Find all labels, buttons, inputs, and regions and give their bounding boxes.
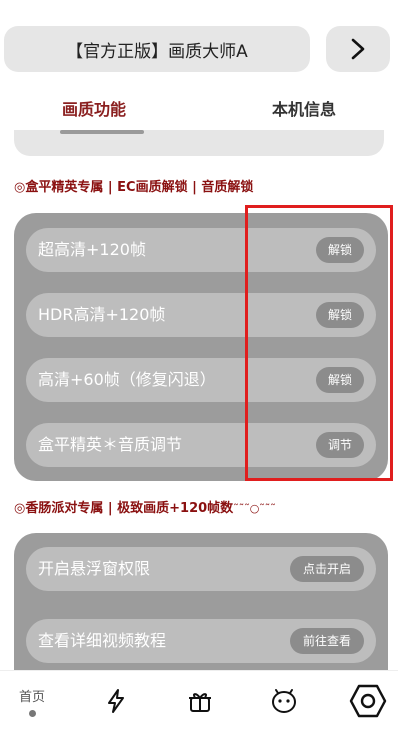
tab-quality-features[interactable]: 画质功能	[62, 96, 126, 120]
enable-float-window-button[interactable]: 点击开启	[290, 556, 364, 582]
list-item: 查看详细视频教程 前往查看	[26, 619, 376, 663]
list-item: 开启悬浮窗权限 点击开启	[26, 547, 376, 591]
view-tutorial-button[interactable]: 前往查看	[290, 628, 364, 654]
active-dot	[28, 709, 36, 717]
nav-home[interactable]: 首页	[2, 671, 62, 731]
section-title-peace-elite: ◎盒平精英专属 | EC画质解锁 | 音质解锁	[14, 180, 254, 195]
adjust-button[interactable]: 调节	[316, 432, 364, 458]
row-label: HDR高清+120帧	[38, 305, 166, 324]
list-item: 盒平精英＊音质调节 调节	[26, 423, 376, 467]
hexagon-settings-icon	[349, 684, 387, 718]
nav-face[interactable]	[254, 671, 314, 731]
app-title: 【官方正版】画质大师A	[66, 41, 248, 62]
chevron-right-icon	[351, 38, 365, 60]
unlock-button[interactable]: 解锁	[316, 302, 364, 328]
nav-lightning[interactable]	[86, 671, 146, 731]
list-item: 超高清+120帧 解锁	[26, 228, 376, 272]
nav-home-label: 首页	[18, 689, 45, 705]
next-button[interactable]	[326, 26, 390, 72]
peace-elite-card: 超高清+120帧 解锁 HDR高清+120帧 解锁 高清+60帧（修复闪退） 解…	[14, 213, 388, 481]
unlock-button[interactable]: 解锁	[316, 367, 364, 393]
row-label: 超高清+120帧	[38, 240, 146, 259]
section-title-text: ◎香肠派对专属 | 极致画质+120帧数	[14, 501, 234, 516]
gift-icon	[189, 693, 211, 712]
section-title-decoration: ˜˜˜○˜˜˜	[233, 502, 276, 515]
row-label: 开启悬浮窗权限	[38, 559, 151, 578]
lightning-icon	[108, 689, 124, 713]
list-item: HDR高清+120帧 解锁	[26, 293, 376, 337]
active-tab-indicator	[60, 130, 144, 134]
unlock-button[interactable]: 解锁	[316, 237, 364, 263]
row-label: 查看详细视频教程	[38, 631, 167, 650]
face-icon	[272, 689, 296, 713]
nav-gift[interactable]	[170, 671, 230, 731]
row-label: 盒平精英＊音质调节	[38, 435, 183, 454]
bottom-nav: 首页	[0, 670, 398, 731]
tab-device-info[interactable]: 本机信息	[272, 96, 336, 120]
section-title-sausage-party: ◎香肠派对专属 | 极致画质+120帧数˜˜˜○˜˜˜	[14, 497, 276, 516]
sausage-party-card: 开启悬浮窗权限 点击开启 查看详细视频教程 前往查看	[14, 533, 388, 693]
app-title-pill: 【官方正版】画质大师A	[4, 26, 310, 72]
row-label: 高清+60帧（修复闪退）	[38, 370, 216, 389]
nav-settings[interactable]	[338, 671, 398, 731]
list-item: 高清+60帧（修复闪退） 解锁	[26, 358, 376, 402]
